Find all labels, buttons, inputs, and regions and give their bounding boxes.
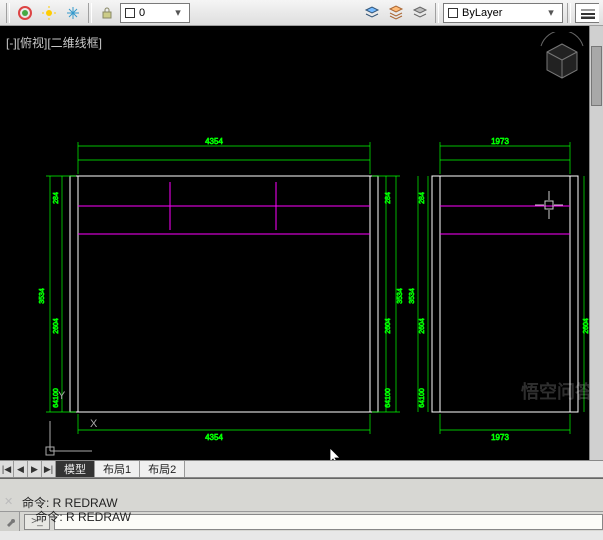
main-toolbar: 0 ▾ ByLayer ▾ xyxy=(0,0,603,26)
svg-text:3534: 3534 xyxy=(409,288,416,304)
command-history-text-1: 命令: R REDRAW xyxy=(35,510,131,524)
lock-icon xyxy=(100,6,114,20)
svg-text:1973: 1973 xyxy=(491,137,509,146)
close-icon[interactable]: ✕ xyxy=(4,495,13,510)
svg-text:2604: 2604 xyxy=(53,318,60,334)
vertical-scrollbar[interactable] xyxy=(589,26,603,460)
layers-button-2[interactable] xyxy=(385,2,407,24)
toolbar-separator-3 xyxy=(567,3,571,23)
viewcube[interactable] xyxy=(537,32,587,82)
layer-combo-text: 0 xyxy=(139,7,145,19)
tab-layout1[interactable]: 布局1 xyxy=(95,461,140,477)
svg-text:3534: 3534 xyxy=(39,288,46,304)
svg-text:64100: 64100 xyxy=(385,388,392,408)
layers-icon xyxy=(364,5,380,21)
svg-text:4354: 4354 xyxy=(205,137,223,146)
tab-layout2[interactable]: 布局2 xyxy=(140,461,185,477)
linetype-combo[interactable]: ByLayer ▾ xyxy=(443,3,563,23)
crosshair-cursor xyxy=(535,191,563,219)
cad-canvas: 4354 4354 3534 2604 284 64100 xyxy=(0,26,603,460)
layers-button-1[interactable] xyxy=(361,2,383,24)
tabs-empty-area xyxy=(185,461,603,477)
layout-tabs: |◀ ◀ ▶ ▶| 模型 布局1 布局2 xyxy=(0,460,603,478)
scrollbar-thumb[interactable] xyxy=(591,46,602,106)
wrench-icon xyxy=(4,516,16,528)
ucs-icon xyxy=(46,421,92,455)
tab-nav-prev[interactable]: ◀ xyxy=(14,461,28,477)
svg-text:2604: 2604 xyxy=(419,318,426,334)
layer-states-icon xyxy=(412,5,428,21)
ucs-x-label: X xyxy=(90,418,97,430)
panel-1: 4354 4354 3534 2604 284 64100 xyxy=(39,137,404,442)
svg-text:4354: 4354 xyxy=(205,433,223,442)
panel-2: 1973 1973 3534 2604 284 64100 xyxy=(409,137,602,442)
snowflake-icon xyxy=(66,6,80,20)
linetype-combo-text: ByLayer xyxy=(462,7,502,19)
tab-nav-last[interactable]: ▶| xyxy=(42,461,56,477)
svg-text:284: 284 xyxy=(53,192,60,204)
svg-text:3534: 3534 xyxy=(397,288,404,304)
lock-button[interactable] xyxy=(96,2,118,24)
command-panel: ✕ 命令: R REDRAW 命令: R REDRAW >_ xyxy=(0,478,603,531)
chevron-down-icon: ▾ xyxy=(171,6,185,19)
layer-combo[interactable]: 0 ▾ xyxy=(120,3,190,23)
command-input[interactable] xyxy=(54,514,603,530)
lineweight-icon xyxy=(580,7,595,19)
color-wheel-icon xyxy=(17,5,33,21)
linetype-swatch xyxy=(448,8,458,18)
svg-text:284: 284 xyxy=(419,192,426,204)
ucs-y-label: Y xyxy=(58,390,65,402)
tab-nav-first[interactable]: |◀ xyxy=(0,461,14,477)
svg-text:284: 284 xyxy=(385,192,392,204)
layers-button-3[interactable] xyxy=(409,2,431,24)
svg-text:1973: 1973 xyxy=(491,433,509,442)
color-wheel-button[interactable] xyxy=(14,2,36,24)
tab-model[interactable]: 模型 xyxy=(56,461,95,477)
drawing-viewport[interactable]: [-][俯视][二维线框] 4354 xyxy=(0,26,603,460)
toolbar-separator-2 xyxy=(435,3,439,23)
toolbar-grip[interactable] xyxy=(6,3,10,23)
chevron-down-icon: ▾ xyxy=(544,6,558,19)
svg-text:64100: 64100 xyxy=(419,388,426,408)
layer-color-swatch xyxy=(125,8,135,18)
lineweight-combo[interactable] xyxy=(575,3,599,23)
tab-nav-next[interactable]: ▶ xyxy=(28,461,42,477)
command-history-line-2: 命令: R REDRAW xyxy=(0,495,603,511)
svg-text:2604: 2604 xyxy=(385,318,392,334)
sun-icon xyxy=(41,5,57,21)
freeze-button[interactable] xyxy=(62,2,84,24)
layers-stack-icon xyxy=(388,5,404,21)
command-history-line-1: ✕ 命令: R REDRAW xyxy=(0,479,603,495)
command-tool-button[interactable] xyxy=(0,512,20,531)
toolbar-separator xyxy=(88,3,92,23)
sun-button[interactable] xyxy=(38,2,60,24)
